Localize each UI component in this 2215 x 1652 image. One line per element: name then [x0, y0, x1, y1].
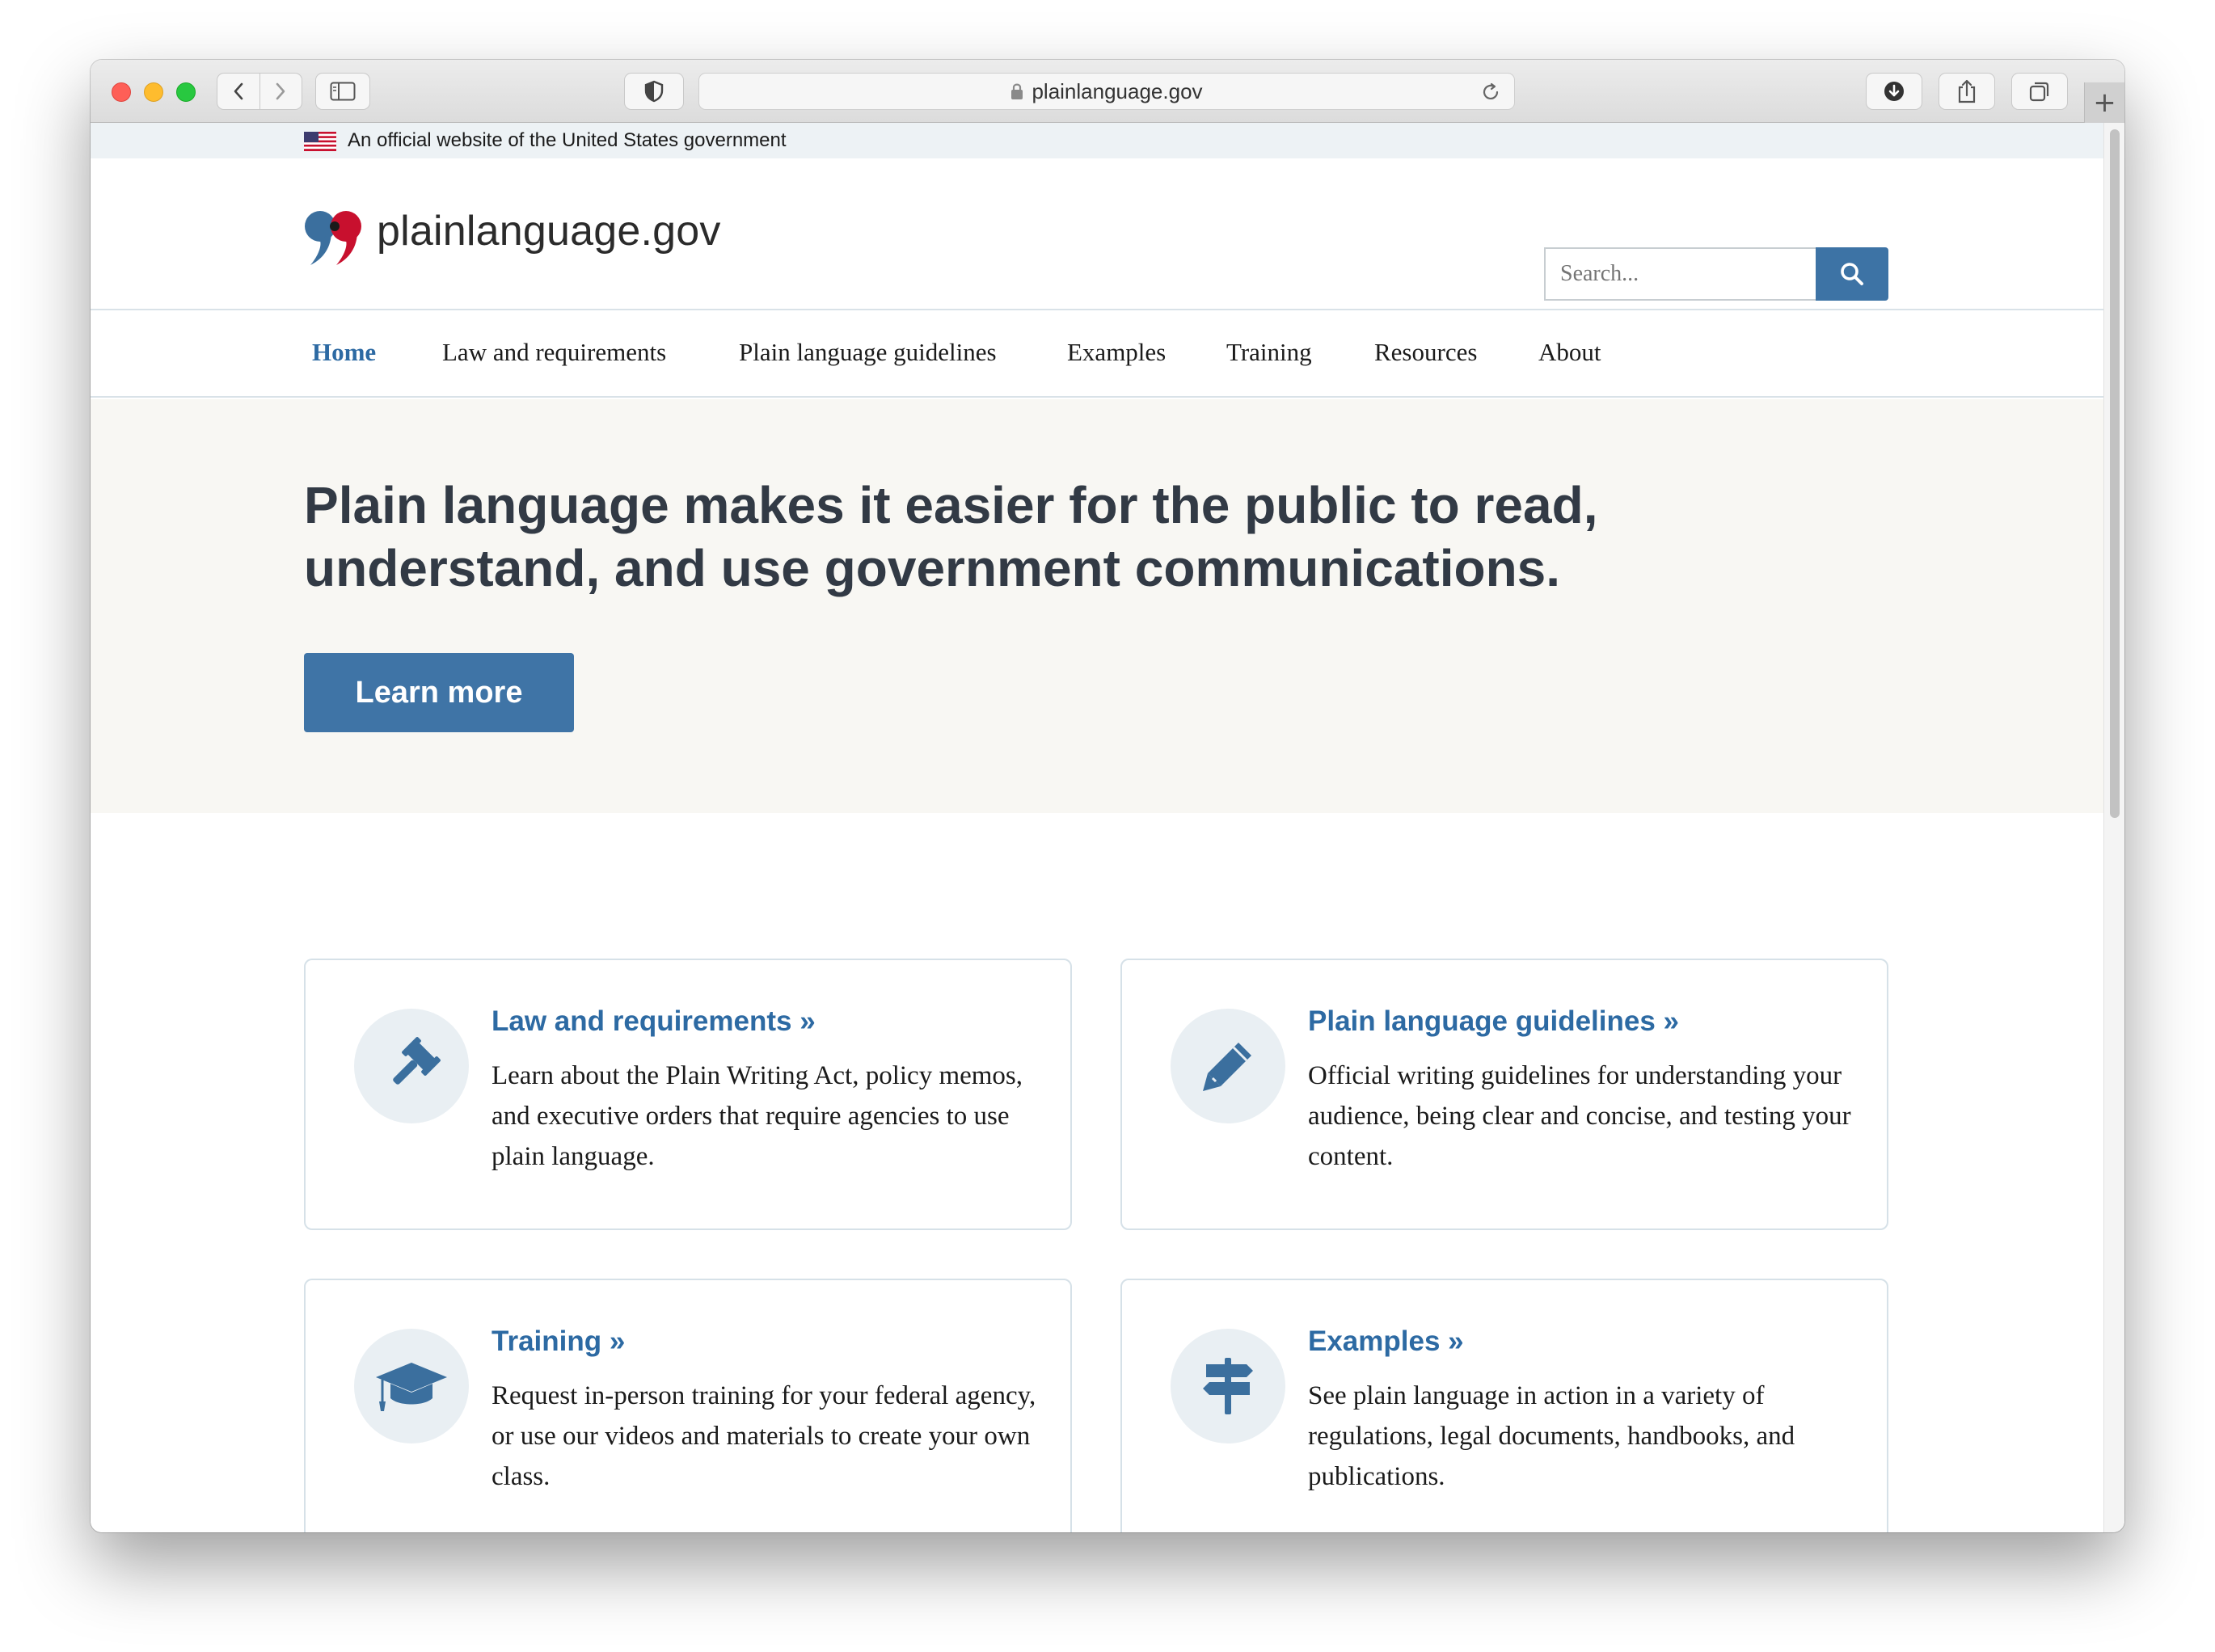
card-description: Request in-person training for your fede… [492, 1381, 1036, 1491]
signpost-icon [1203, 1358, 1253, 1414]
history-nav-group [217, 73, 302, 110]
site-logo-icon[interactable] [304, 209, 365, 267]
official-gov-banner: An official website of the United States… [91, 123, 2103, 158]
primary-navigation: Home Law and requirements Plain language… [91, 310, 2103, 398]
minimize-window-button[interactable] [144, 82, 163, 102]
back-button[interactable] [217, 74, 259, 109]
sidebar-icon [330, 82, 356, 101]
card-description: Official writing guidelines for understa… [1308, 1061, 1851, 1171]
pencil-icon [1203, 1043, 1251, 1091]
search-icon [1841, 263, 1863, 285]
site-name[interactable]: plainlanguage.gov [377, 207, 721, 255]
learn-more-button[interactable]: Learn more [304, 653, 574, 732]
reload-icon[interactable] [1480, 82, 1501, 103]
browser-window: plainlanguage.gov + An official website … [91, 60, 2124, 1532]
share-button[interactable] [1939, 73, 1995, 110]
card-title[interactable]: Examples » [1308, 1325, 1464, 1358]
new-tab-button[interactable]: + [2084, 82, 2124, 123]
address-bar-url: plainlanguage.gov [1032, 78, 1203, 103]
nav-item-training[interactable]: Training [1226, 338, 1312, 367]
forward-button[interactable] [260, 74, 302, 109]
page-scrollbar[interactable] [2103, 123, 2124, 1532]
scrollbar-thumb[interactable] [2110, 129, 2120, 818]
search-input[interactable] [1544, 247, 1816, 301]
downloads-button[interactable] [1866, 73, 1922, 110]
tabs-icon [2029, 82, 2049, 102]
share-icon [1958, 79, 1976, 103]
card-law-and-requirements[interactable]: Law and requirements » Learn about the P… [304, 959, 1072, 1230]
browser-toolbar: plainlanguage.gov + [91, 60, 2124, 123]
nav-item-plain-language-guidelines[interactable]: Plain language guidelines [739, 338, 997, 367]
card-title[interactable]: Law and requirements » [492, 1005, 816, 1038]
hero-section: Plain language makes it easier for the p… [91, 399, 2103, 813]
sidebar-toggle-button[interactable] [315, 73, 370, 110]
card-title[interactable]: Training » [492, 1325, 625, 1358]
us-flag-icon [304, 132, 336, 151]
card-icon-circle [1171, 1009, 1285, 1123]
graduation-cap-icon [376, 1363, 447, 1411]
privacy-report-button[interactable] [624, 73, 684, 110]
chevron-right-icon [276, 82, 285, 100]
close-window-button[interactable] [112, 82, 131, 102]
page-viewport: An official website of the United States… [91, 123, 2103, 1532]
shield-icon [644, 80, 664, 103]
address-bar[interactable]: plainlanguage.gov [698, 73, 1515, 110]
tab-overview-button[interactable] [2011, 73, 2068, 110]
site-header: plainlanguage.gov [91, 158, 2103, 310]
card-plain-language-guidelines[interactable]: Plain language guidelines » Official wri… [1120, 959, 1888, 1230]
nav-item-resources[interactable]: Resources [1374, 338, 1477, 367]
card-title[interactable]: Plain language guidelines » [1308, 1005, 1679, 1038]
nav-item-examples[interactable]: Examples [1067, 338, 1166, 367]
search-button[interactable] [1816, 247, 1888, 301]
zoom-window-button[interactable] [176, 82, 196, 102]
gov-banner-text: An official website of the United States… [348, 129, 787, 151]
nav-item-home[interactable]: Home [312, 338, 376, 367]
download-icon [1884, 82, 1904, 101]
card-icon-circle [354, 1329, 469, 1443]
card-description: See plain language in action in a variet… [1308, 1381, 1795, 1491]
card-icon-circle [354, 1009, 469, 1123]
card-training[interactable]: Training » Request in-person training fo… [304, 1279, 1072, 1532]
hero-headline: Plain language makes it easier for the p… [304, 476, 1598, 597]
card-icon-circle [1171, 1329, 1285, 1443]
nav-item-law-and-requirements[interactable]: Law and requirements [442, 338, 666, 367]
lock-icon [1011, 83, 1023, 99]
chevron-left-icon [234, 82, 243, 100]
gavel-icon [393, 1037, 441, 1085]
card-description: Learn about the Plain Writing Act, polic… [492, 1061, 1023, 1171]
card-examples[interactable]: Examples » See plain language in action … [1120, 1279, 1888, 1532]
nav-item-about[interactable]: About [1538, 338, 1601, 367]
